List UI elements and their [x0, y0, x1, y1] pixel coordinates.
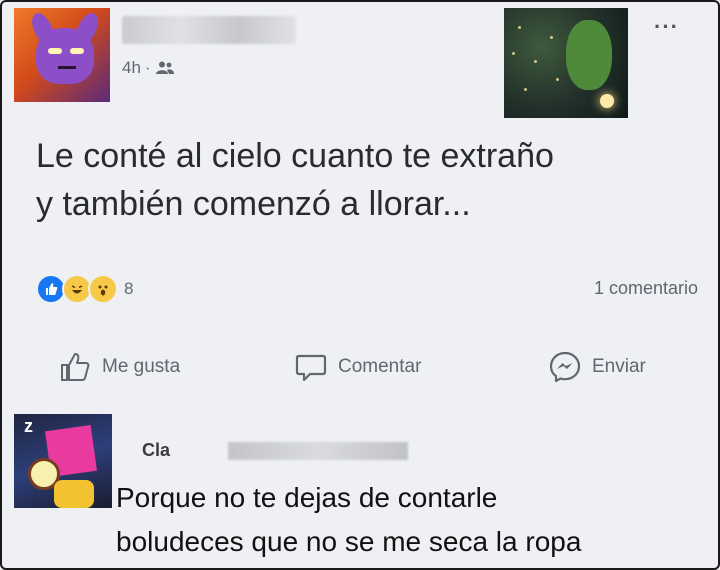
post-text: Le conté al cielo cuanto te extraño y ta…	[36, 132, 696, 228]
post-card: 4h · ··· Le conté al cielo cuanto te ext…	[0, 0, 720, 570]
comment-text-line: boludeces que no se me seca la ropa	[116, 526, 582, 557]
send-button[interactable]: Enviar	[548, 350, 646, 384]
comment-text: Porque no te dejas de contarle boludeces…	[116, 476, 706, 564]
commenter-avatar[interactable]: z	[14, 414, 112, 508]
action-bar: Me gusta Comentar Enviar	[2, 350, 720, 394]
avatar-eye	[70, 48, 84, 54]
commenter-name-redacted	[228, 442, 408, 460]
commenter-name[interactable]: Cla	[142, 440, 170, 461]
avatar-eye	[48, 48, 62, 54]
thumbs-up-icon	[61, 353, 90, 381]
post-text-line: y también comenzó a llorar...	[36, 185, 471, 223]
meta-separator: ·	[144, 58, 151, 77]
friends-icon	[155, 61, 174, 74]
comments-count-link[interactable]: 1 comentario	[594, 278, 698, 299]
like-button-label: Me gusta	[102, 356, 181, 377]
poster-avatar[interactable]	[14, 8, 110, 102]
avatar-mouth	[58, 66, 76, 69]
reaction-count: 8	[124, 279, 134, 298]
comment-icon	[295, 354, 327, 382]
messenger-icon	[549, 351, 581, 383]
post-time[interactable]: 4h	[122, 58, 141, 78]
comment-button[interactable]: Comentar	[294, 350, 421, 384]
wow-reaction-icon	[88, 274, 118, 304]
more-options-icon[interactable]: ···	[654, 16, 679, 38]
avatar-body	[54, 480, 94, 508]
comment-button-label: Comentar	[338, 356, 422, 377]
post-meta: 4h ·	[122, 58, 175, 78]
reactions-summary[interactable]: 8	[36, 274, 133, 304]
send-button-label: Enviar	[592, 356, 646, 377]
comment-text-line: Porque no te dejas de contarle	[116, 482, 498, 513]
avatar-sleep-mark: z	[24, 416, 33, 436]
like-button[interactable]: Me gusta	[58, 350, 180, 384]
poster-name-redacted[interactable]	[122, 16, 296, 44]
post-photo[interactable]	[504, 8, 628, 118]
avatar-face	[36, 28, 94, 84]
post-text-line: Le conté al cielo cuanto te extraño	[36, 137, 554, 175]
photo-character	[566, 20, 612, 90]
photo-lamp	[600, 94, 614, 108]
